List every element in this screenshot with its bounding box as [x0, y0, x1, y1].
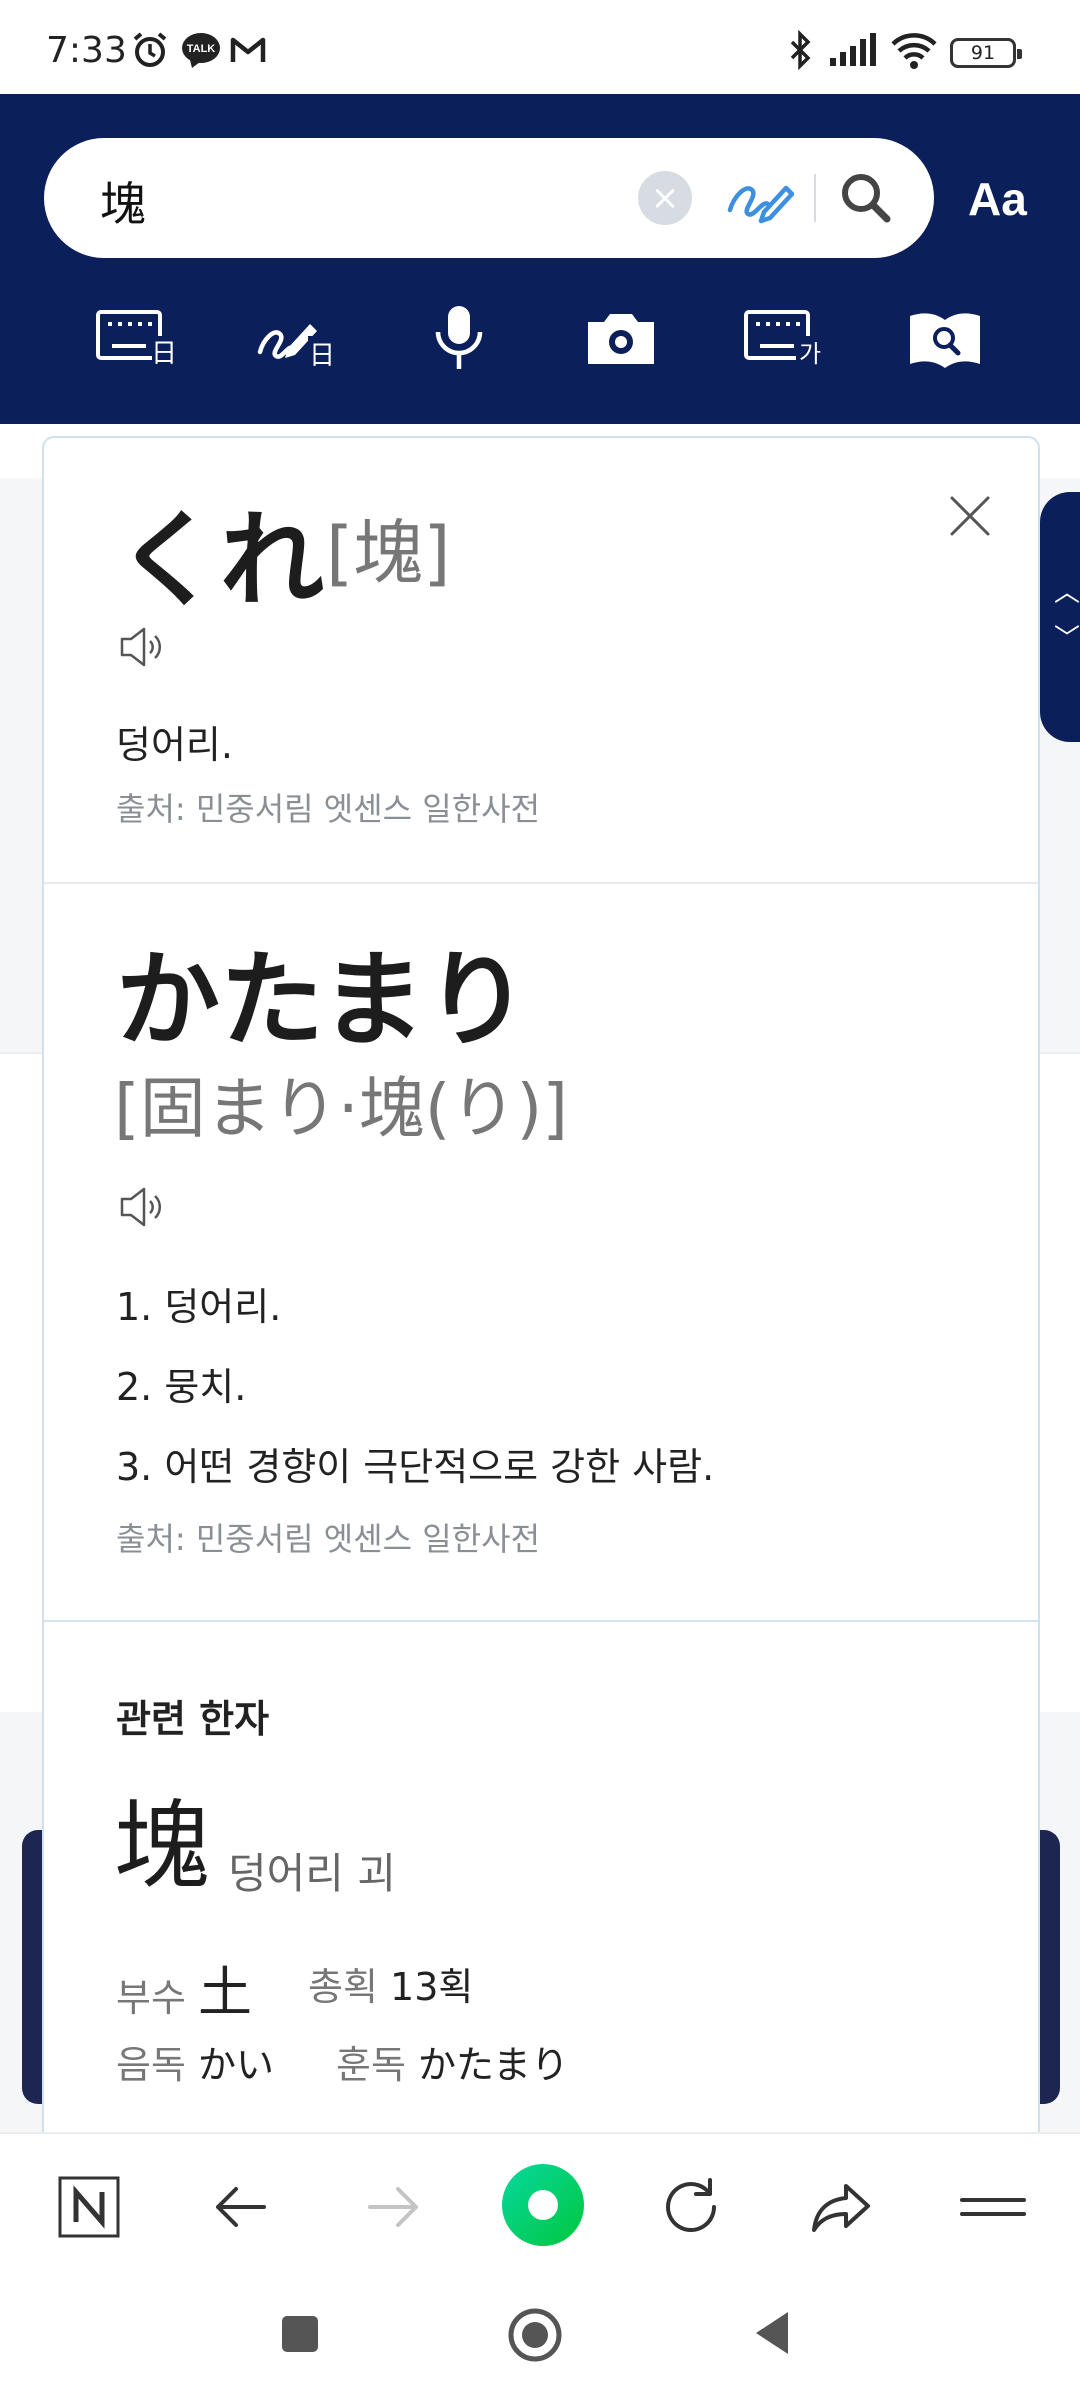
svg-text:가: 가 — [799, 340, 821, 368]
font-size-button[interactable]: Aa — [968, 172, 1027, 226]
korean-keyboard-icon[interactable]: 가 — [740, 300, 830, 380]
browser-toolbar — [0, 2132, 1080, 2272]
status-bar: 7:33 TALK 91 — [0, 0, 1080, 94]
input-tools: 日 日 가 — [0, 300, 1080, 400]
home-icon[interactable] — [506, 2306, 564, 2364]
hanja-meaning: 덩어리 괴 — [228, 1849, 396, 1898]
on-value: かい — [198, 2043, 275, 2087]
speaker-icon[interactable] — [118, 624, 168, 670]
chevron-up-icon[interactable]: ︿ — [1054, 572, 1080, 609]
gmail-icon — [230, 37, 266, 62]
alarm-icon — [133, 32, 167, 67]
entry-source: 출처: 민중서림 엣센스 일한사전 — [116, 790, 541, 828]
dictionary-book-icon[interactable] — [900, 300, 990, 380]
search-icon[interactable] — [834, 166, 898, 230]
system-nav-bar — [0, 2272, 1080, 2400]
side-scroll-nav[interactable]: ︿ ﹀ — [1040, 492, 1080, 742]
back-arrow-icon[interactable] — [206, 2172, 276, 2242]
strokes-value: 13획 — [390, 1965, 474, 2009]
entry-kanji: [固まり·塊(り)] — [114, 1070, 568, 1147]
hanja-radical: 부수 土 — [116, 1948, 252, 2027]
search-divider — [814, 174, 816, 222]
entry-headword: くれ — [116, 499, 325, 621]
on-label: 음독 — [116, 2043, 186, 2087]
entry-definition: 2. 뭉치. — [116, 1365, 247, 1409]
svg-text:TALK: TALK — [187, 43, 216, 55]
back-triangle-icon[interactable] — [750, 2308, 794, 2358]
handwriting-icon[interactable] — [724, 166, 794, 230]
hanja-kun-reading: 훈독 かたまり — [336, 2034, 569, 2089]
related-hanja-section: 관련 한자 塊 덩어리 괴 부수 土 총획 13획 음독 かい 훈독 かたまり — [44, 1620, 1038, 2136]
related-hanja-title: 관련 한자 — [116, 1697, 270, 1741]
kakaotalk-icon: TALK — [182, 33, 220, 68]
kun-label: 훈독 — [336, 2043, 406, 2087]
japanese-handwriting-icon[interactable]: 日 — [252, 300, 342, 380]
kun-value: かたまり — [418, 2043, 569, 2087]
forward-arrow-icon[interactable] — [358, 2172, 428, 2242]
refresh-icon[interactable] — [656, 2172, 726, 2242]
camera-icon[interactable] — [576, 300, 666, 380]
recent-apps-icon[interactable] — [278, 2312, 322, 2356]
microphone-icon[interactable] — [414, 300, 504, 380]
naver-home-icon[interactable] — [54, 2172, 124, 2242]
entry-headword: かたまり — [116, 939, 529, 1061]
dictionary-entry: くれ [塊] 덩어리. 출처: 민중서림 엣센스 일한사전 — [44, 438, 1038, 884]
dictionary-popup: くれ [塊] 덩어리. 출처: 민중서림 엣센스 일한사전 かたまり [固まり·… — [42, 436, 1040, 2136]
entry-source: 출처: 민중서림 엣센스 일한사전 — [116, 1520, 541, 1558]
battery-indicator: 91 — [950, 38, 1022, 68]
entry-definition: 1. 덩어리. — [116, 1285, 282, 1329]
strokes-label: 총획 — [308, 1965, 378, 2009]
entry-kanji: [塊] — [326, 512, 451, 594]
hanja-strokes: 총획 13획 — [308, 1956, 473, 2011]
status-time: 7:33 — [46, 30, 127, 71]
svg-text:日: 日 — [151, 339, 177, 369]
share-icon[interactable] — [806, 2172, 876, 2242]
bluetooth-icon — [790, 30, 811, 70]
svg-text:日: 日 — [309, 341, 335, 371]
radical-value: 土 — [198, 1961, 253, 2024]
search-header: 塊 × Aa 日 日 가 — [0, 94, 1080, 424]
search-box[interactable]: 塊 × — [44, 138, 934, 258]
green-dot-button[interactable] — [502, 2164, 584, 2246]
dictionary-entry: かたまり [固まり·塊(り)] 1. 덩어리. 2. 뭉치. 3. 어떤 경향이… — [44, 884, 1038, 1620]
speaker-icon[interactable] — [118, 1184, 168, 1230]
radical-label: 부수 — [116, 1976, 186, 2020]
japanese-keyboard-icon[interactable]: 日 — [92, 300, 182, 380]
clear-search-button[interactable]: × — [638, 171, 692, 225]
hanja-on-reading: 음독 かい — [116, 2034, 274, 2089]
chevron-down-icon[interactable]: ﹀ — [1054, 618, 1080, 655]
search-input[interactable]: 塊 — [100, 168, 146, 234]
hanja-character[interactable]: 塊 — [114, 1798, 210, 1894]
entry-definition: 덩어리. — [116, 723, 233, 767]
wifi-icon — [891, 33, 937, 69]
menu-icon[interactable] — [958, 2172, 1028, 2242]
entry-definition: 3. 어떤 경향이 극단적으로 강한 사람. — [116, 1445, 715, 1489]
signal-icon — [830, 33, 876, 66]
